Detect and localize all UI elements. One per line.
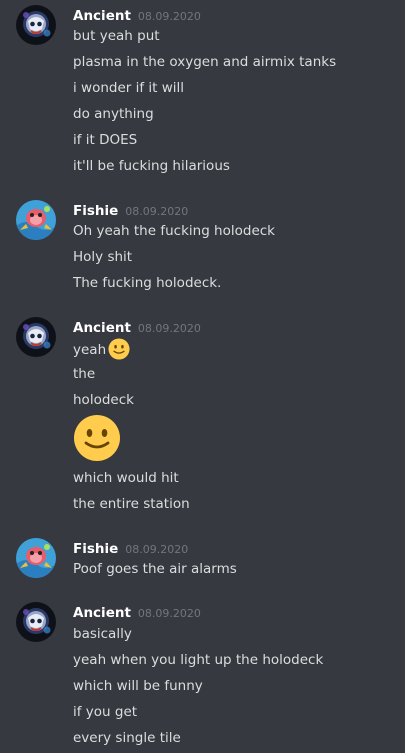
- message-line: yeah when you light up the holodeck: [73, 652, 324, 668]
- message-header: Ancient 08.09.2020: [73, 5, 201, 25]
- timestamp: 08.09.2020: [137, 10, 201, 23]
- fishie-avatar-icon[interactable]: [16, 538, 56, 578]
- timestamp: 08.09.2020: [137, 322, 201, 335]
- timestamp: 08.09.2020: [137, 607, 201, 620]
- message-line: the: [73, 366, 96, 382]
- fishie-avatar-icon[interactable]: [16, 200, 56, 240]
- author-name[interactable]: Ancient: [73, 320, 131, 336]
- message-line: which will be funny: [73, 678, 203, 694]
- author-name[interactable]: Fishie: [73, 541, 118, 557]
- ancient-avatar-icon[interactable]: [16, 5, 56, 45]
- timestamp: 08.09.2020: [125, 205, 189, 218]
- message-line: holodeck: [73, 392, 134, 408]
- message-header: Fishie 08.09.2020: [73, 538, 188, 558]
- message-line: Poof goes the air alarms: [73, 561, 237, 577]
- message-line: if you get: [73, 704, 138, 720]
- author-name[interactable]: Fishie: [73, 203, 118, 219]
- message-line: i wonder if it will: [73, 80, 185, 96]
- message-line: if it DOES: [73, 132, 138, 148]
- message-line: the entire station: [73, 496, 190, 512]
- message-header: Ancient 08.09.2020: [73, 602, 201, 622]
- message-line: every single tile: [73, 730, 181, 746]
- message-line: The fucking holodeck.: [73, 275, 222, 291]
- message-line: basically: [73, 626, 132, 642]
- message-header: Ancient 08.09.2020: [73, 317, 201, 337]
- slightly-smiling-face-icon[interactable]: [73, 414, 121, 462]
- message-header: Fishie 08.09.2020: [73, 200, 188, 220]
- message-line: Oh yeah the fucking holodeck: [73, 223, 275, 239]
- message-line: but yeah put: [73, 28, 160, 44]
- slightly-smiling-face-icon[interactable]: [108, 338, 130, 360]
- ancient-avatar-icon[interactable]: [16, 317, 56, 357]
- message-line: which would hit: [73, 470, 179, 486]
- message-line: do anything: [73, 106, 154, 122]
- chat-message-list: Ancient 08.09.2020 but yeah put plasma in…: [0, 0, 405, 753]
- message-line: it'll be fucking hilarious: [73, 158, 230, 174]
- message-line: Holy shit: [73, 249, 133, 265]
- message-text: yeah: [73, 342, 107, 358]
- message-line: plasma in the oxygen and airmix tanks: [73, 54, 337, 70]
- author-name[interactable]: Ancient: [73, 605, 131, 621]
- message-line: yeah: [73, 338, 130, 360]
- timestamp: 08.09.2020: [125, 543, 189, 556]
- ancient-avatar-icon[interactable]: [16, 602, 56, 642]
- author-name[interactable]: Ancient: [73, 8, 131, 24]
